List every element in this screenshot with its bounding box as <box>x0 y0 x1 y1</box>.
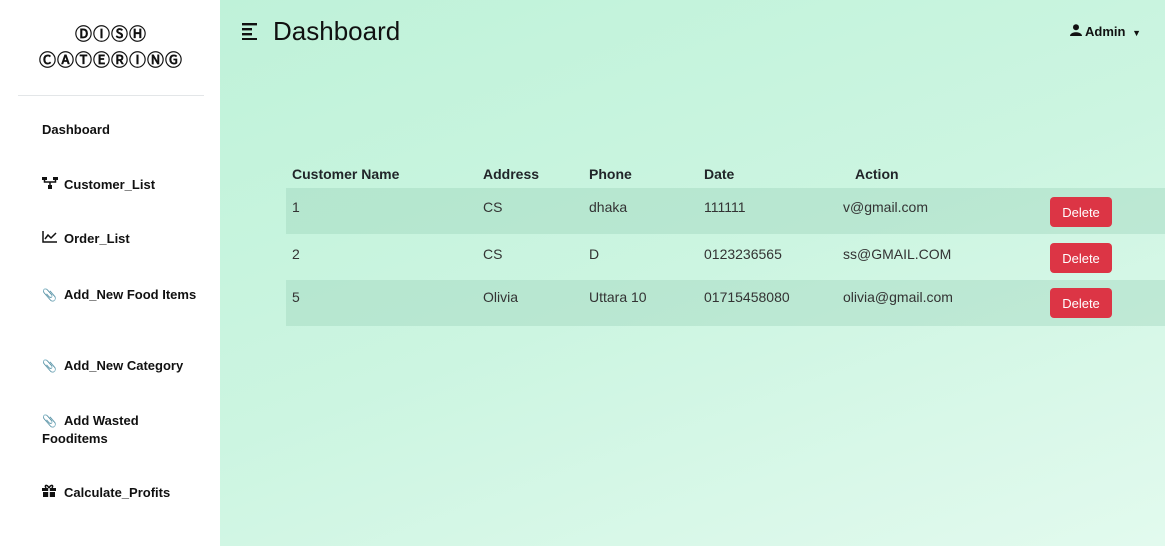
table-header: Customer Name Address Phone Date Action <box>286 159 1165 188</box>
table-row: 5 Olivia Uttara 10 01715458080 olivia@gm… <box>286 280 1165 326</box>
paperclip-icon: 📎 <box>42 359 57 373</box>
brand-line-2: ⒸⒶⓉⒺⓇⒾⓃⒼ <box>39 51 183 71</box>
page-title: Dashboard <box>273 16 401 46</box>
table-row: 2 CS D 0123236565 ss@GMAIL.COM Delete <box>286 234 1165 280</box>
delete-button[interactable]: Delete <box>1050 243 1112 273</box>
sitemap-icon <box>42 177 64 194</box>
table-cell: Olivia <box>483 289 519 305</box>
table-cell: CS <box>483 199 503 215</box>
sidebar-item-order-list[interactable]: Order_List <box>42 230 202 248</box>
column-header: Address <box>483 166 540 182</box>
table-cell: 2 <box>292 246 300 262</box>
brand-line-1: ⒹⒾⓈⒽ <box>75 25 147 45</box>
paperclip-icon: 📎 <box>42 414 57 428</box>
sidebar-item-calculate-profits[interactable]: Calculate_Profits <box>42 484 202 502</box>
sidebar-item-label: Calculate_Profits <box>64 485 171 500</box>
sidebar: ⒹⒾⓈⒽ ⒸⒶⓉⒺⓇⒾⓃⒼ Dashboard Customer_List Or… <box>0 0 220 550</box>
table-cell: Uttara 10 <box>589 289 647 305</box>
sidebar-item-label: Add_New Food Items <box>64 287 197 302</box>
table-cell: 1 <box>292 199 300 215</box>
sidebar-item-add-wasted-fooditems[interactable]: 📎 Add Wasted Fooditems <box>42 412 202 447</box>
sidebar-item-add-new-food-items[interactable]: 📎 Add_New Food Items <box>42 286 202 304</box>
sidebar-item-customer-list[interactable]: Customer_List <box>42 176 202 194</box>
sidebar-item-label: Customer_List <box>64 177 156 192</box>
column-header: Customer Name <box>292 166 400 182</box>
table-cell: D <box>589 246 600 262</box>
delete-button[interactable]: Delete <box>1050 197 1112 227</box>
paperclip-icon: 📎 <box>42 288 57 302</box>
customer-table: Customer Name Address Phone Date Action … <box>286 159 1165 326</box>
brand-logo[interactable]: ⒹⒾⓈⒽ ⒸⒶⓉⒺⓇⒾⓃⒼ <box>18 0 204 96</box>
sidebar-item-label: Order_List <box>64 231 130 246</box>
chart-line-icon <box>42 231 64 248</box>
sidebar-item-label: Dashboard <box>42 122 110 137</box>
sidebar-item-add-new-category[interactable]: 📎 Add_New Category <box>42 357 202 375</box>
table-cell: v@gmail.com <box>843 199 929 215</box>
table-cell: dhaka <box>589 199 628 215</box>
table-cell: olivia@gmail.com <box>843 289 953 305</box>
table-cell: ss@GMAIL.COM <box>843 246 952 262</box>
user-icon <box>1069 24 1085 39</box>
main-content: Dashboard Admin ▼ Customer Name Address … <box>220 0 1165 546</box>
sidebar-item-dashboard[interactable]: Dashboard <box>42 121 202 138</box>
table-cell: 0123236565 <box>704 246 782 262</box>
caret-down-icon: ▼ <box>1132 28 1141 38</box>
table-cell: 111111 <box>704 199 746 215</box>
user-menu[interactable]: Admin ▼ <box>1069 24 1141 39</box>
table-cell: 5 <box>292 289 300 305</box>
menu-toggle-icon[interactable] <box>242 20 262 46</box>
column-header: Phone <box>589 166 632 182</box>
sidebar-item-label: Add_New Category <box>64 358 184 373</box>
table-row: 1 CS dhaka 111111 v@gmail.com Delete <box>286 188 1165 234</box>
table-cell: CS <box>483 246 503 262</box>
column-header: Action <box>855 166 899 182</box>
column-header: Date <box>704 166 735 182</box>
delete-button[interactable]: Delete <box>1050 288 1112 318</box>
gift-icon <box>42 484 64 502</box>
user-name: Admin <box>1085 24 1126 39</box>
table-cell: 01715458080 <box>704 289 790 305</box>
